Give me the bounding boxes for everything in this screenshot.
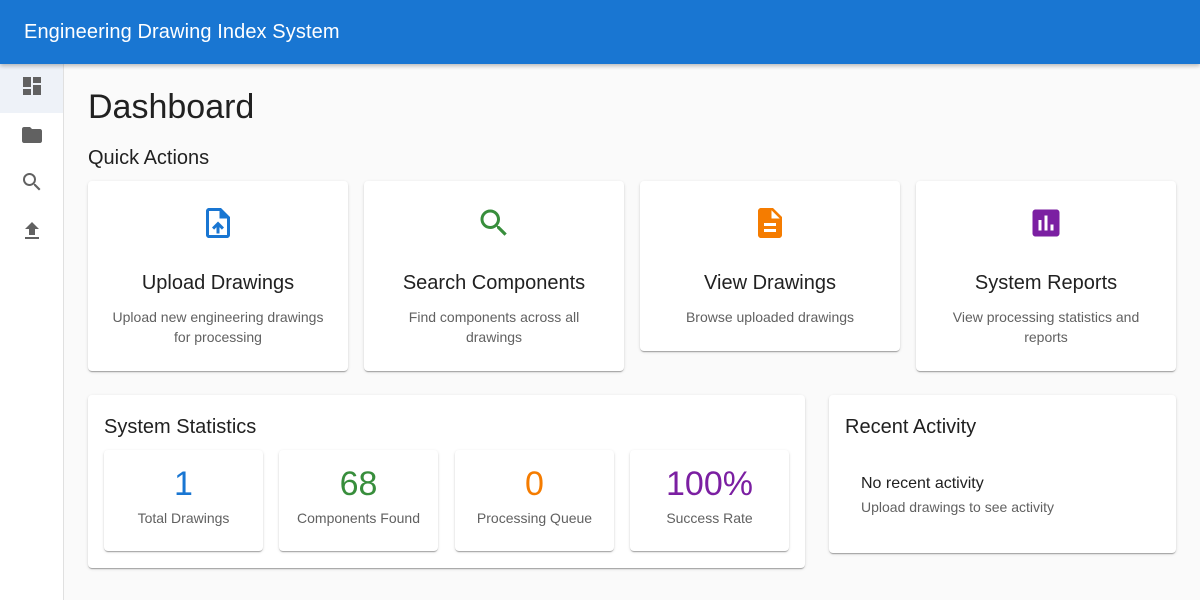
card-title: System Reports <box>974 272 1118 294</box>
page-title: Dashboard <box>88 88 255 126</box>
stat-value: 1 <box>174 465 193 503</box>
view-drawings-card[interactable]: View Drawings Browse uploaded drawings <box>640 181 900 351</box>
sidebar-item-dashboard[interactable] <box>0 64 63 113</box>
upload-file-icon <box>200 205 236 241</box>
sidebar-item-search[interactable] <box>0 160 63 209</box>
card-description: View processing statistics and reports <box>952 309 1140 345</box>
system-statistics-title: System Statistics <box>104 416 257 438</box>
sidebar-item-folder[interactable] <box>0 113 63 162</box>
card-description: Browse uploaded drawings <box>685 309 855 325</box>
stat-label: Total Drawings <box>137 510 230 526</box>
app-bar: Engineering Drawing Index System <box>0 0 1200 64</box>
card-description: Upload new engineering drawings for proc… <box>112 309 324 345</box>
stat-value: 0 <box>525 465 544 503</box>
system-reports-card[interactable]: System Reports View processing statistic… <box>916 181 1176 371</box>
card-description: Find components across all drawings <box>408 309 580 345</box>
card-title: Upload Drawings <box>141 272 295 294</box>
document-icon <box>752 205 788 241</box>
empty-state-message: No recent activity <box>861 475 984 492</box>
sidebar-item-upload[interactable] <box>0 209 63 258</box>
card-title: View Drawings <box>704 272 836 294</box>
stat-card-success-rate: 100% Success Rate <box>630 450 789 551</box>
upload-icon <box>20 219 44 248</box>
bar-chart-icon <box>1028 205 1064 241</box>
app-title: Engineering Drawing Index System <box>24 21 340 43</box>
sidebar <box>0 64 64 600</box>
search-components-card[interactable]: Search Components Find components across… <box>364 181 624 371</box>
recent-activity-panel: Recent Activity No recent activity Uploa… <box>829 395 1176 553</box>
stat-value: 100% <box>666 465 753 503</box>
upload-drawings-card[interactable]: Upload Drawings Upload new engineering d… <box>88 181 348 371</box>
quick-actions-title: Quick Actions <box>88 147 210 169</box>
stat-value: 68 <box>339 465 378 503</box>
recent-activity-title: Recent Activity <box>845 416 977 438</box>
stat-card-total-drawings: 1 Total Drawings <box>104 450 263 551</box>
empty-state-hint: Upload drawings to see activity <box>861 499 1054 515</box>
system-statistics-panel: System Statistics 1 Total Drawings 68 Co… <box>88 395 805 568</box>
search-icon <box>20 170 44 199</box>
stat-card-processing-queue: 0 Processing Queue <box>455 450 614 551</box>
stat-label: Processing Queue <box>476 510 593 526</box>
dashboard-icon <box>20 74 44 103</box>
stat-label: Components Found <box>297 510 420 526</box>
stat-card-components-found: 68 Components Found <box>279 450 438 551</box>
stat-label: Success Rate <box>666 510 753 526</box>
card-title: Search Components <box>402 272 586 294</box>
search-icon <box>476 205 512 241</box>
folder-icon <box>20 123 44 152</box>
